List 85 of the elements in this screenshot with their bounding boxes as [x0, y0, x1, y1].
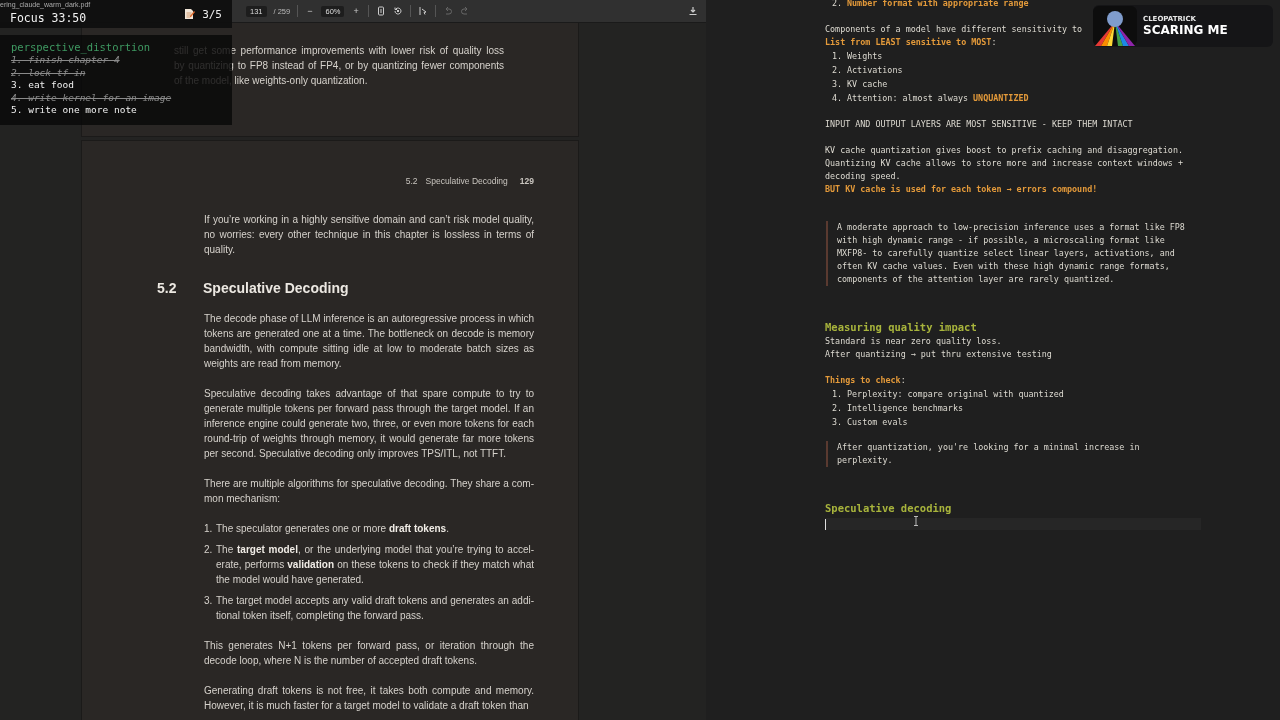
text-line: quality. [204, 243, 236, 257]
list-item-text: KV cache [847, 78, 888, 91]
quote-line: perplexity. [837, 454, 893, 467]
text-line: the model would have generated. [216, 573, 365, 587]
list-item-text: Attention: almost always UNQUANTIZED [847, 92, 1029, 105]
text-line: generate multiple tokens per forward pass through the target model. If an [204, 402, 534, 416]
list-number: 1. [832, 388, 844, 401]
quote-line: components of the attention layer are rarely quantized. [837, 273, 1115, 286]
list-number: 1. [832, 50, 844, 63]
text-line: tional token itself, completing the forward pass. [216, 609, 425, 623]
list-item-text: Perplexity: compare original with quantized [847, 388, 1064, 401]
list-number: 2. [832, 0, 844, 10]
list-item-text: Activations [847, 64, 903, 77]
quote-line: After quantization, you're looking for a minimal increase in [837, 441, 1140, 454]
text-line: mon mechanism: [204, 492, 282, 506]
text-line: The decode phase of LLM inference is an autoregressive process in which [204, 312, 534, 326]
text-line: Generating draft tokens is not free, it takes both compute and memory. [204, 684, 534, 698]
note-line: Measuring quality impact [825, 321, 977, 335]
notepad-icon [183, 8, 196, 20]
todo-item: 4. write kernel for an image [11, 91, 172, 105]
list-item-text: Number format with appropriate range [847, 0, 1029, 10]
text-line: The target model accepts any valid draft tokens and generates an addi- [216, 594, 534, 608]
list-number: 1. [204, 522, 214, 536]
alert-message: SCARING ME [1143, 23, 1228, 37]
text-line: inference engine could generate two, three, or even more tokens for each [204, 417, 534, 431]
text-cursor-icon [913, 516, 919, 526]
pointer-icon[interactable] [417, 6, 428, 16]
list-number: 4. [832, 92, 844, 105]
list-number: 2. [204, 543, 214, 557]
text-line: weights are read from memory. [204, 357, 343, 371]
todo-title: perspective_distortion [11, 41, 151, 54]
list-number: 2. [832, 64, 844, 77]
note-line: Speculative decoding [825, 502, 952, 516]
running-head-section: 5.2 [405, 176, 418, 186]
text-line: erate, performs validation on these tokens to check if they match what [216, 558, 534, 572]
rotate-icon[interactable] [392, 6, 403, 16]
todo-item: 2. lock tf in [11, 66, 86, 80]
text-line: no worries: every other technique in this chapter is lossless in terms of [204, 228, 534, 242]
section-number: 5.2 [157, 279, 178, 297]
todo-item: 1. finish chapter 4 [11, 54, 120, 67]
text-line: tokens are generated one at a time. The bottleneck on decode is memory [204, 327, 534, 341]
note-line: INPUT AND OUTPUT LAYERS ARE MOST SENSITIVE - KEEP THEM INTACT [825, 118, 1133, 131]
todo-item: 5. write one more note [11, 104, 137, 117]
quote-line: with high dynamic range - if possible, a microscaling format like [837, 234, 1165, 247]
section-title: Speculative Decoding [203, 279, 349, 297]
zoom-out-button[interactable]: − [305, 6, 315, 16]
text-line: decode loop, where N is the number of accepted draft tokens. [204, 654, 478, 668]
text-line: per second. Speculative decoding only improves TPS/ITL, not TTFT. [204, 447, 507, 461]
note-line: Standard is near zero quality loss. [825, 335, 1002, 348]
text-caret [825, 518, 826, 530]
focus-timer: Focus 33:50 [10, 12, 87, 25]
note-line: KV cache quantization gives boost to prefix caching and disaggregation. [825, 144, 1183, 157]
quote-line: often KV cache values. Even with these high dynamic range formats, [837, 260, 1170, 273]
note-line: BUT KV cache is used for each token → errors compound! [825, 183, 1098, 196]
note-line: List from LEAST sensitive to MOST: [825, 36, 997, 49]
fit-page-icon[interactable] [375, 6, 386, 16]
note-line: decoding speed. [825, 170, 901, 183]
list-number: 2. [832, 402, 844, 415]
note-line: Quantizing KV cache allows to store more and increase context windows + [825, 157, 1183, 170]
note-line: Things to check: [825, 374, 906, 387]
text-line: bandwidth, with compute sitting idle at low to moderate batch sizes as [204, 342, 534, 356]
text-line: Speculative decoding takes advantage of that spare compute to try to [204, 387, 534, 401]
list-item-text: Weights [847, 50, 883, 63]
text-line: This generates N+1 tokens per forward pass, or iteration through the [204, 639, 534, 653]
zoom-in-button[interactable]: + [351, 6, 361, 16]
text-line: However, it is much faster for a target model to validate a draft token than [204, 699, 530, 713]
text-line: There are multiple algorithms for speculative decoding. They share a com- [204, 477, 534, 491]
todo-item: 3. eat food [11, 79, 74, 92]
list-item-text: Custom evals [847, 416, 908, 429]
running-head-title: Speculative Decoding [425, 176, 508, 186]
text-line: If you’re working in a highly sensitive domain and can’t risk model quality, [204, 213, 534, 227]
list-number: 3. [832, 416, 844, 429]
quote-line: MXFP8- to carefully quantize select linear layers, activations, and [837, 247, 1175, 260]
text-line: round-trip of weights through memory, it would generate far more tokens [204, 432, 534, 446]
list-number: 3. [832, 78, 844, 91]
quote-line: A moderate approach to low-precision inference uses a format like FP8 [837, 221, 1185, 234]
list-item-text: Intelligence benchmarks [847, 402, 963, 415]
task-count: 3/5 [202, 7, 222, 21]
text-line: The target model, or the underlying model that you’re trying to accel- [216, 543, 534, 557]
download-icon[interactable] [688, 6, 698, 16]
list-number: 3. [204, 594, 214, 608]
text-line: The speculator generates one or more draft tokens. [216, 522, 450, 536]
note-line: After quantizing → put thru extensive testing [825, 348, 1052, 361]
page-number: 129 [519, 176, 534, 186]
note-line: Components of a model have different sensitivity to [825, 23, 1083, 36]
